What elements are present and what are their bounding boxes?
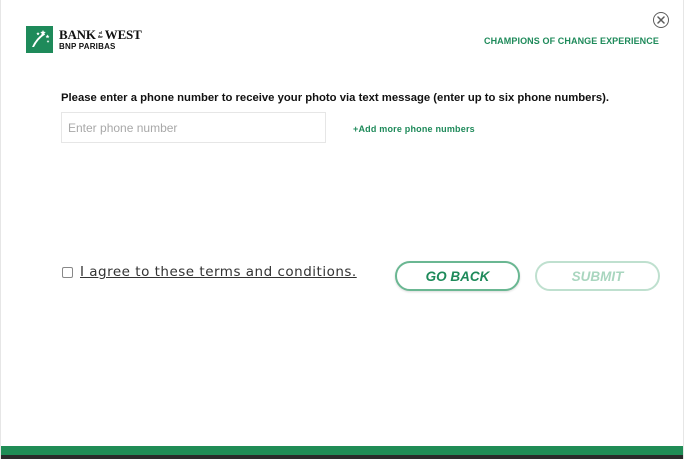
footer-bar	[1, 446, 683, 459]
logo-west-word: WEST	[104, 27, 142, 42]
photo-share-dialog: BANK of the WEST BNP PARIBAS CHAMPIONS O…	[0, 0, 684, 459]
phone-number-input[interactable]	[61, 112, 326, 143]
go-back-button[interactable]: GO BACK	[395, 261, 520, 291]
logo-bnp-paribas: BNP PARIBAS	[59, 42, 116, 51]
stars-logo-icon	[26, 26, 53, 53]
close-icon	[657, 16, 665, 24]
logo-of-the: of the	[97, 29, 103, 39]
add-more-phones-link[interactable]: +Add more phone numbers	[353, 124, 475, 134]
experience-tagline: CHAMPIONS OF CHANGE EXPERIENCE	[483, 36, 659, 46]
bank-logo: BANK of the WEST BNP PARIBAS	[26, 26, 142, 53]
terms-checkbox[interactable]	[62, 266, 73, 278]
terms-link[interactable]: I agree to these terms and conditions.	[80, 264, 357, 280]
close-button[interactable]	[653, 12, 669, 28]
logo-bank-word: BANK	[59, 27, 96, 42]
phone-prompt: Please enter a phone number to receive y…	[61, 92, 610, 104]
bank-logo-text: BANK of the WEST BNP PARIBAS	[59, 28, 142, 51]
submit-button[interactable]: SUBMIT	[535, 261, 660, 291]
terms-row: I agree to these terms and conditions.	[62, 264, 357, 280]
